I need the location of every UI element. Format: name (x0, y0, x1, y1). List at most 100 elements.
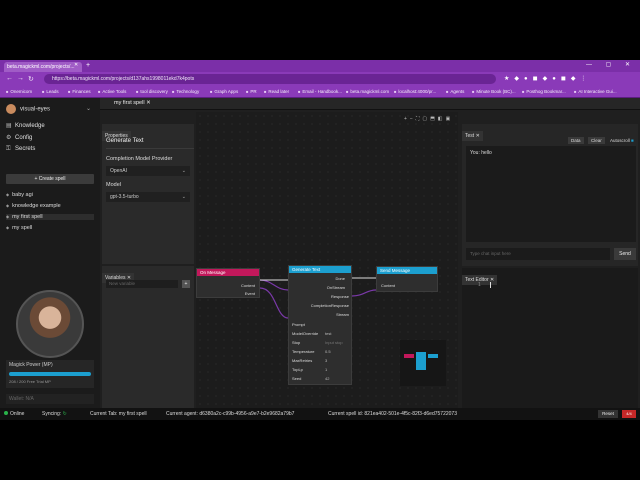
bookmark[interactable]: Leads (42, 89, 58, 94)
bookmark[interactable]: Agents (446, 89, 464, 94)
bookmark[interactable]: Graph Apps (210, 89, 238, 94)
tab-my-first-spell[interactable]: my first spell ✕ (114, 100, 151, 106)
stop-value[interactable]: Input stop (325, 340, 343, 345)
wallet-field: Wallet: N/A (6, 394, 94, 404)
close-icon[interactable]: ✕ (146, 100, 151, 106)
port-content[interactable]: Content (241, 283, 255, 288)
url-bar[interactable]: https://beta.magickml.com/projects/d137a… (44, 74, 496, 84)
test-log: You: hello (466, 146, 636, 242)
project-name: visual-eyes (20, 106, 51, 113)
bookmark[interactable]: beta.magickml.com (346, 89, 389, 94)
power-bar (9, 372, 91, 376)
nav-knowledge[interactable]: ▤ Knowledge (6, 122, 45, 129)
tab-close-icon[interactable]: ✕ (74, 62, 78, 68)
port-done[interactable]: Done (335, 276, 345, 281)
port-stream[interactable]: Stream (336, 312, 349, 317)
seed-value[interactable]: 42 (325, 376, 329, 381)
minimap[interactable] (400, 340, 446, 386)
bookmark[interactable]: Finances (68, 89, 90, 94)
top-p-value[interactable]: 1 (325, 367, 327, 372)
text-editor-panel[interactable]: Text Editor ✕ 1 (462, 268, 638, 408)
extension-icons[interactable]: ★◆●◼◆●◼◆⋮ (504, 75, 591, 82)
nav-secrets[interactable]: ⚿ Secrets (6, 146, 35, 153)
back-icon[interactable]: ← (6, 75, 13, 82)
clear-button[interactable]: Clear (588, 137, 605, 144)
port-onstream[interactable]: OnStream (327, 285, 345, 290)
graph-canvas[interactable]: +−⛶▢⬒◧▣ On Message Content Event Generat… (196, 112, 458, 408)
port-max-retries[interactable]: MaxRetries (292, 358, 312, 363)
bookmark[interactable]: Active Tools (98, 89, 126, 94)
port-top-p[interactable]: TopLp (292, 367, 303, 372)
bookmark[interactable]: Minute Book (BC)... (472, 89, 515, 94)
checkbox-icon: ■ (631, 138, 634, 143)
editor-title: Text Editor (465, 277, 489, 283)
bookmark[interactable]: PR (246, 89, 256, 94)
bookmark[interactable]: Onemicom (6, 89, 32, 94)
port-temperature[interactable]: Temperature (292, 349, 314, 354)
send-button[interactable]: Send (614, 248, 636, 260)
autoscroll-toggle[interactable]: Autoscroll ■ (607, 137, 637, 144)
port-completion-response[interactable]: CompletionResponse (311, 303, 349, 308)
bookmark[interactable]: Email - Handbook... (298, 89, 342, 94)
warning-badge[interactable]: 4/4 (622, 410, 636, 418)
power-label: Magick Power (MP) (9, 362, 53, 368)
port-prompt[interactable]: Prompt (292, 322, 305, 327)
new-variable-input[interactable]: New variable (106, 280, 178, 288)
magick-power-panel: Magick Power (MP) 208 / 200 Free Trial M… (6, 360, 94, 388)
provider-select[interactable]: OpenAI ⌄ (106, 166, 190, 176)
nav-config[interactable]: ⚙ Config (6, 134, 32, 141)
max-retries-value[interactable]: 3 (325, 358, 327, 363)
project-selector[interactable]: visual-eyes (6, 104, 50, 114)
spell-item[interactable]: my spell (6, 225, 32, 231)
provider-label: Completion Model Provider (106, 156, 173, 162)
add-variable-button[interactable]: + (182, 280, 190, 288)
bookmark[interactable]: Posthog Bookmar... (522, 89, 565, 94)
node-header: Generate Text (289, 266, 351, 273)
connection-event (259, 287, 289, 319)
spell-item[interactable]: baby agi (6, 192, 33, 198)
spell-item[interactable]: knowledge example (6, 203, 61, 209)
text-cursor (490, 282, 491, 288)
reset-button[interactable]: Reset (598, 410, 618, 418)
power-subtext: 208 / 200 Free Trial MP (9, 379, 51, 384)
close-icon[interactable]: ✕ (476, 133, 480, 139)
sidebar: visual-eyes ⌄ ▤ Knowledge ⚙ Config ⚿ Secret… (0, 98, 100, 408)
port-response[interactable]: Response (331, 294, 349, 299)
bookmark[interactable]: Read later (264, 89, 289, 94)
port-event[interactable]: Event (245, 291, 255, 296)
node-generate-text[interactable]: Generate Text Done OnStream Response Com… (288, 265, 352, 385)
line-number: 1 (478, 282, 481, 288)
sync-icon: ↻ (62, 411, 67, 417)
spell-item-active[interactable]: my first spell (6, 214, 94, 220)
browser-tab[interactable]: beta.magickml.com/projects/... (4, 62, 82, 72)
bookmark[interactable]: tool discovery (136, 89, 168, 94)
model-select[interactable]: gpt-3.5-turbo ⌄ (106, 192, 190, 202)
port-seed[interactable]: Seed (292, 376, 301, 381)
model-override-value[interactable]: test (325, 331, 331, 336)
key-icon: ⚿ (6, 146, 11, 152)
chat-input[interactable]: Type chat input here (466, 248, 610, 260)
window-controls[interactable]: — ▢ ✕ (586, 61, 636, 68)
forward-icon[interactable]: → (17, 75, 24, 82)
node-send-message[interactable]: Send Message Content (376, 266, 438, 292)
current-tab-status: Current Tab: my first spell (90, 411, 147, 417)
connection-response (351, 289, 377, 297)
temperature-value[interactable]: 0.5 (325, 349, 331, 354)
syncing-label: Syncing: (42, 411, 62, 417)
create-spell-button[interactable]: + Create spell (6, 174, 94, 184)
online-dot-icon (4, 411, 8, 415)
port-stop[interactable]: Stop (292, 340, 300, 345)
bookmark[interactable]: AI Interactive Gui... (574, 89, 616, 94)
port-content-in[interactable]: Content (381, 283, 395, 288)
bookmark[interactable]: Technology (172, 89, 199, 94)
new-tab-icon[interactable]: + (86, 62, 90, 69)
bookmark[interactable]: localhost:4000/pr... (394, 89, 436, 94)
data-button[interactable]: Data (568, 137, 584, 144)
node-on-message[interactable]: On Message Content Event (196, 268, 260, 298)
reload-icon[interactable]: ↻ (28, 75, 34, 83)
magick-app: visual-eyes ⌄ ▤ Knowledge ⚙ Config ⚿ Secret… (0, 98, 640, 420)
port-model-override[interactable]: ModelOverride (292, 331, 318, 336)
chevron-down-icon[interactable]: ⌄ (86, 105, 91, 112)
node-header: Send Message (377, 267, 437, 274)
online-status: Online (4, 411, 24, 417)
